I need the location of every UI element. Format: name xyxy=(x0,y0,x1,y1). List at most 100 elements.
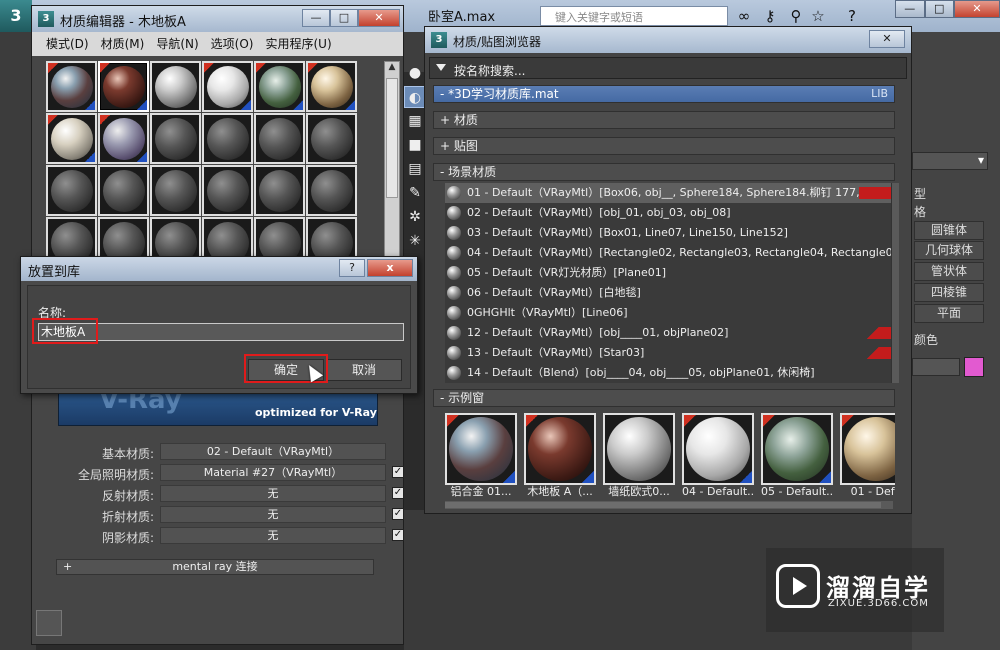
reflect-material-checkbox[interactable]: ✓ xyxy=(392,487,404,499)
material-slot[interactable] xyxy=(150,165,201,216)
material-slot[interactable] xyxy=(46,113,97,164)
options-dropdown-icon[interactable] xyxy=(436,64,446,71)
plane-button[interactable]: 平面 xyxy=(914,304,984,323)
sample-type-icon[interactable]: ● xyxy=(404,62,426,84)
material-slot[interactable] xyxy=(306,165,357,216)
select-by-material-icon[interactable]: ✳ xyxy=(404,230,426,252)
app-logo[interactable]: 3 xyxy=(0,0,32,32)
scene-material-row[interactable]: 13 - Default（VRayMtl）[Star03] xyxy=(445,343,891,363)
shadow-material-button[interactable]: 无 xyxy=(160,527,386,544)
close-button[interactable]: ✕ xyxy=(358,9,400,27)
help-button[interactable]: ? xyxy=(339,259,365,277)
sample-slot[interactable]: 05 - Default... xyxy=(761,413,833,499)
mental-ray-rollout[interactable]: + mental ray 连接 xyxy=(56,559,374,575)
scene-material-row[interactable]: 01 - Default（VRayMtl）[Box06, obj__, Sphe… xyxy=(445,183,891,203)
material-slot[interactable] xyxy=(306,113,357,164)
minimize-button[interactable]: — xyxy=(895,0,925,18)
scene-material-row[interactable]: 0GHGHlt（VRayMtl）[Line06] xyxy=(445,303,891,323)
sample-slot[interactable]: 04 - Default... xyxy=(682,413,754,499)
pyramid-button[interactable]: 四棱锥 xyxy=(914,283,984,302)
scroll-thumb[interactable] xyxy=(386,78,398,198)
browser-close-button[interactable]: ✕ xyxy=(869,30,905,48)
menu-navigation[interactable]: 导航(N) xyxy=(156,32,198,56)
sample-slot[interactable]: 01 - Defa xyxy=(840,413,895,499)
help-icon[interactable]: ? xyxy=(842,6,862,26)
reflect-material-button[interactable]: 无 xyxy=(160,485,386,502)
options-icon[interactable]: ✲ xyxy=(404,206,426,228)
tube-button[interactable]: 管状体 xyxy=(914,262,984,281)
menu-material[interactable]: 材质(M) xyxy=(101,32,145,56)
shadow-material-checkbox[interactable]: ✓ xyxy=(392,529,404,541)
refract-material-checkbox[interactable]: ✓ xyxy=(392,508,404,520)
cone-button[interactable]: 圆锥体 xyxy=(914,221,984,240)
material-slot[interactable] xyxy=(202,113,253,164)
material-slot[interactable] xyxy=(46,61,97,112)
gi-material-button[interactable]: Material #27（VRayMtl） xyxy=(160,464,386,481)
scene-material-row[interactable]: 04 - Default（VRayMtl）[Rectangle02, Recta… xyxy=(445,243,891,263)
sample-slot[interactable]: 墙纸欧式0... xyxy=(603,413,675,499)
uv-tiling-icon[interactable]: ■ xyxy=(404,134,426,156)
material-slot[interactable] xyxy=(150,113,201,164)
maximize-button[interactable]: □ xyxy=(330,9,358,27)
object-type-dropdown[interactable] xyxy=(912,152,988,170)
name-input[interactable]: 木地板A xyxy=(38,323,404,341)
material-slot[interactable] xyxy=(202,165,253,216)
scene-material-row[interactable]: 06 - Default（VRayMtl）[白地毯] xyxy=(445,283,891,303)
minimize-button[interactable]: — xyxy=(302,9,330,27)
material-slot[interactable] xyxy=(46,165,97,216)
scene-material-row[interactable]: 05 - Default（VR灯光材质）[Plane01] xyxy=(445,263,891,283)
base-material-button[interactable]: 02 - Default（VRayMtl） xyxy=(160,443,386,460)
maps-group-header[interactable]: + 贴图 xyxy=(433,137,895,155)
scene-material-row[interactable]: 12 - Default（VRayMtl）[obj____01, objPlan… xyxy=(445,323,891,343)
material-slot[interactable] xyxy=(98,217,149,261)
object-color-swatch[interactable] xyxy=(964,357,984,377)
material-slot[interactable] xyxy=(98,61,149,112)
make-preview-icon[interactable]: ✎ xyxy=(404,182,426,204)
binoculars-icon[interactable]: ∞ xyxy=(734,6,754,26)
menu-options[interactable]: 选项(O) xyxy=(211,32,254,56)
close-button[interactable]: ✕ xyxy=(954,0,1000,18)
sample-slots-group-header[interactable]: - 示例窗 xyxy=(433,389,895,407)
library-group-header[interactable]: - *3D学习材质库.mat LIB xyxy=(433,85,895,103)
geosphere-button[interactable]: 几何球体 xyxy=(914,241,984,260)
material-slot[interactable] xyxy=(306,61,357,112)
scene-material-row[interactable]: 14 - Default（Blend）[obj____04, obj____05… xyxy=(445,363,891,383)
material-slot[interactable] xyxy=(306,217,357,261)
search-field[interactable]: 键入关键字或短语 xyxy=(540,6,728,26)
material-slot[interactable] xyxy=(98,113,149,164)
scene-materials-group-header[interactable]: - 场景材质 xyxy=(433,163,895,181)
scene-list-scrollbar[interactable] xyxy=(891,183,899,383)
materials-group-header[interactable]: + 材质 xyxy=(433,111,895,129)
samples-scroll-thumb[interactable] xyxy=(445,502,881,508)
search-by-name-row[interactable]: 按名称搜索... xyxy=(429,57,907,79)
slot-scrollbar[interactable]: ▲ xyxy=(384,61,400,263)
user-icon[interactable]: ⚲ xyxy=(786,6,806,26)
sample-slot[interactable]: 铝合金 01... xyxy=(445,413,517,499)
material-slot[interactable] xyxy=(254,217,305,261)
samples-scrollbar[interactable] xyxy=(445,501,893,509)
scene-material-row[interactable]: 03 - Default（VRayMtl）[Box01, Line07, Lin… xyxy=(445,223,891,243)
material-slot[interactable] xyxy=(150,217,201,261)
video-color-check-icon[interactable]: ▤ xyxy=(404,158,426,180)
material-slot[interactable] xyxy=(254,61,305,112)
cancel-button[interactable]: 取消 xyxy=(326,359,402,381)
search-by-name-field[interactable]: 按名称搜索... xyxy=(454,62,525,79)
key-icon[interactable]: ⚷ xyxy=(760,6,780,26)
material-slot[interactable] xyxy=(202,61,253,112)
scroll-up-icon[interactable]: ▲ xyxy=(385,62,399,76)
menu-utilities[interactable]: 实用程序(U) xyxy=(265,32,331,56)
backlight-icon[interactable]: ◐ xyxy=(404,86,426,108)
gi-material-checkbox[interactable]: ✓ xyxy=(392,466,404,478)
star-icon[interactable]: ☆ xyxy=(808,6,828,26)
material-slot[interactable] xyxy=(98,165,149,216)
refract-material-button[interactable]: 无 xyxy=(160,506,386,523)
material-slot[interactable] xyxy=(202,217,253,261)
material-slot[interactable] xyxy=(46,217,97,261)
object-name-field[interactable] xyxy=(912,358,960,376)
maximize-button[interactable]: □ xyxy=(924,0,954,18)
material-slot[interactable] xyxy=(254,113,305,164)
material-slot[interactable] xyxy=(254,165,305,216)
menu-mode[interactable]: 模式(D) xyxy=(46,32,89,56)
material-slot[interactable] xyxy=(150,61,201,112)
sample-slot[interactable]: 木地板 A（... xyxy=(524,413,596,499)
